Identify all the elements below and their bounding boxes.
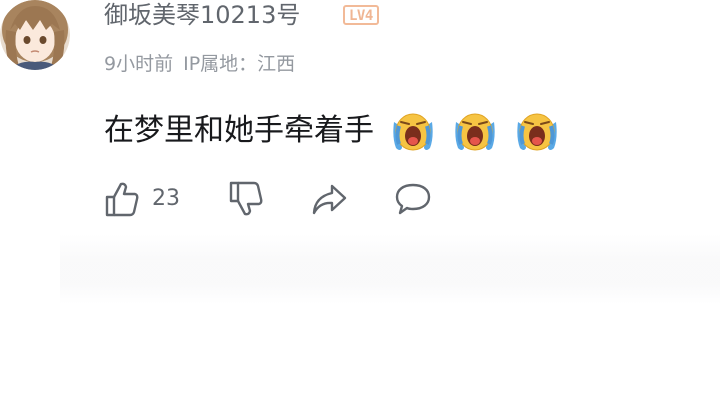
avatar[interactable] bbox=[0, 0, 70, 70]
crying-emoji-icon bbox=[452, 108, 498, 154]
comment-item: 御坂美琴10213号 LV4 9小时前 IP属地：江西 在梦里和她手牵着手 23 bbox=[0, 0, 720, 405]
comment-content: 在梦里和她手牵着手 bbox=[104, 108, 560, 154]
blurred-area bbox=[60, 234, 720, 304]
comment-bubble-icon bbox=[395, 183, 431, 215]
comment-text: 在梦里和她手牵着手 bbox=[104, 113, 374, 148]
post-time: 9小时前 bbox=[104, 53, 174, 75]
share-icon bbox=[312, 184, 347, 215]
ip-location: IP属地：江西 bbox=[183, 53, 296, 75]
level-badge: LV4 bbox=[343, 5, 379, 25]
crying-emoji-icon bbox=[390, 108, 436, 154]
dislike-button[interactable] bbox=[228, 180, 264, 218]
thumbs-down-icon bbox=[229, 181, 263, 216]
like-count: 23 bbox=[152, 186, 180, 211]
thumbs-up-icon bbox=[105, 182, 139, 217]
username[interactable]: 御坂美琴10213号 bbox=[104, 0, 300, 30]
share-button[interactable] bbox=[310, 180, 348, 218]
reply-button[interactable] bbox=[394, 180, 432, 218]
like-button[interactable]: 23 bbox=[104, 180, 194, 218]
comment-meta: 9小时前 IP属地：江西 bbox=[104, 52, 295, 76]
crying-emoji-icon bbox=[514, 108, 560, 154]
